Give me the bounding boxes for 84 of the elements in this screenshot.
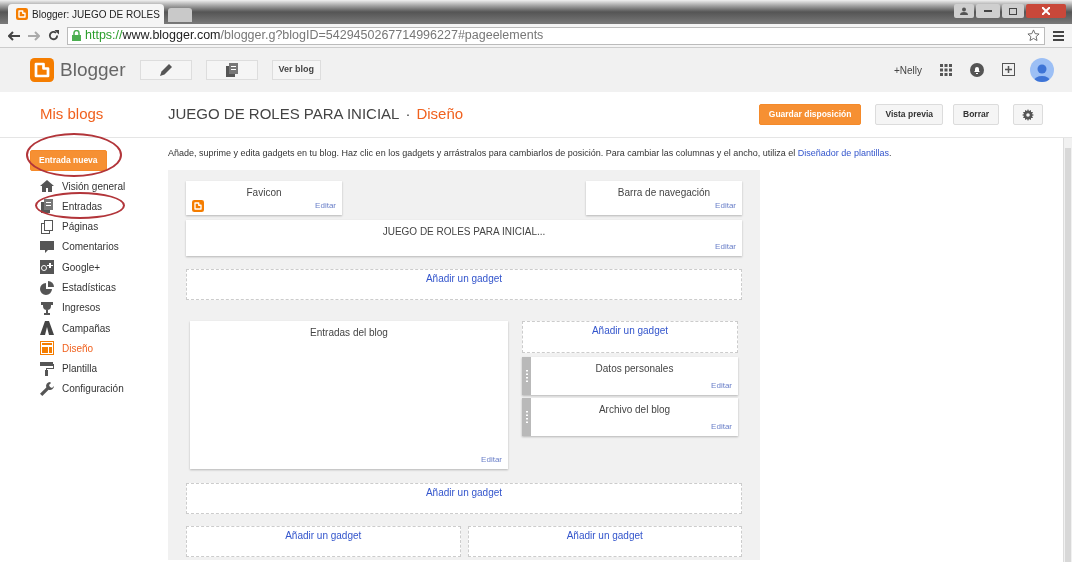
- gadget-card[interactable]: Datos personales Editar: [522, 356, 738, 395]
- add-gadget-link[interactable]: Añadir un gadget: [186, 525, 461, 557]
- gadget-card[interactable]: Favicon Editar: [186, 180, 342, 215]
- logo-text: Blogger: [60, 57, 126, 82]
- gadget-title: Favicon: [245, 185, 283, 200]
- sidebar-item[interactable]: Campañas: [40, 317, 168, 339]
- wrench-icon: [40, 382, 54, 396]
- paint-roller-icon: [40, 361, 54, 376]
- share-plus-icon[interactable]: [1002, 63, 1016, 77]
- pages-icon: [40, 219, 54, 234]
- tent-icon: [40, 321, 54, 336]
- address-field[interactable]: https://www.blogger.com/blogger.g?blogID=5429450267714996227#pageelements: [67, 26, 1045, 45]
- gadget-title: JUEGO DE ROLES PARA INICIAL...: [381, 224, 547, 239]
- padlock-icon: [72, 30, 81, 41]
- settings-icon: [1022, 108, 1034, 121]
- separator-dot: ·: [405, 104, 411, 125]
- maximize-button[interactable]: [1002, 4, 1024, 18]
- scrollbar[interactable]: [1063, 138, 1072, 562]
- person-icon: [960, 7, 968, 15]
- close-button[interactable]: [1026, 4, 1066, 18]
- close-icon: [1042, 7, 1050, 15]
- sidebar-item[interactable]: Ingresos: [40, 297, 168, 318]
- gadget-card[interactable]: Archivo del blog Editar: [522, 397, 738, 436]
- google-plus-icon: [40, 260, 54, 275]
- gadget-title: Barra de navegación: [616, 185, 712, 200]
- blogger-logo-icon: [30, 58, 54, 82]
- minimize-button[interactable]: [976, 4, 1000, 18]
- gadget-card[interactable]: Entradas del blog Editar: [190, 320, 508, 469]
- speech-bubble-icon: [40, 239, 54, 254]
- clear-button[interactable]: Borrar: [953, 104, 999, 125]
- sidebar-item[interactable]: Estadísticas: [40, 277, 168, 298]
- edit-link[interactable]: Editar: [711, 379, 732, 392]
- profile-button[interactable]: [954, 4, 974, 18]
- star-icon[interactable]: [1027, 29, 1040, 42]
- url-text: https://www.blogger.com/blogger.g?blogID=5429450267714996227#pageelements: [85, 27, 544, 45]
- sidebar-item[interactable]: Configuración: [40, 378, 168, 400]
- section-title: Diseño: [416, 104, 464, 125]
- add-gadget-link[interactable]: Añadir un gadget: [467, 525, 742, 557]
- add-gadget-link[interactable]: Añadir un gadget: [186, 268, 742, 300]
- trophy-icon: [40, 300, 54, 315]
- browser-tab[interactable]: Blogger: JUEGO DE ROLES: [8, 4, 164, 24]
- edit-link[interactable]: Editar: [481, 453, 502, 466]
- apps-grid-icon[interactable]: [940, 64, 952, 76]
- sidebar-item[interactable]: Páginas: [40, 216, 168, 237]
- add-gadget-link[interactable]: Añadir un gadget: [522, 320, 738, 353]
- gadget-title: Archivo del blog: [597, 402, 672, 417]
- view-blog-button[interactable]: Ver blog: [271, 60, 321, 80]
- new-post-button[interactable]: [139, 60, 192, 80]
- add-gadget-link[interactable]: Añadir un gadget: [186, 482, 742, 514]
- drag-handle[interactable]: [522, 356, 531, 395]
- documents-icon: [40, 199, 54, 214]
- gadget-title: Entradas del blog: [309, 325, 389, 340]
- drag-handle[interactable]: [522, 397, 531, 436]
- pie-chart-icon: [40, 280, 54, 295]
- preview-button[interactable]: Vista previa: [875, 104, 943, 125]
- home-icon: [40, 179, 54, 193]
- user-name[interactable]: +Nelly: [893, 62, 922, 78]
- avatar[interactable]: [1030, 58, 1054, 82]
- gadget-title: Datos personales: [594, 361, 675, 376]
- edit-link[interactable]: Editar: [711, 420, 732, 433]
- pencil-icon: [159, 64, 172, 76]
- layout-icon: [40, 341, 54, 356]
- template-designer-link[interactable]: Diseñador de plantillas: [797, 148, 889, 158]
- edit-link[interactable]: Editar: [315, 199, 336, 212]
- blogger-logo-icon: [192, 199, 204, 212]
- gadget-card[interactable]: Barra de navegación Editar: [586, 180, 742, 215]
- settings-button[interactable]: [1013, 104, 1043, 125]
- gadget-card[interactable]: JUEGO DE ROLES PARA INICIAL... Editar: [186, 219, 742, 256]
- edit-link[interactable]: Editar: [715, 240, 736, 253]
- menu-icon[interactable]: [1053, 30, 1064, 41]
- posts-button[interactable]: [205, 60, 258, 80]
- sidebar-item[interactable]: Entradas: [40, 196, 168, 217]
- sidebar-item[interactable]: Comentarios: [40, 236, 168, 258]
- back-arrow-icon[interactable]: [8, 30, 20, 41]
- sidebar-item[interactable]: Visión general: [40, 175, 168, 197]
- edit-link[interactable]: Editar: [715, 199, 736, 212]
- reload-icon[interactable]: [48, 30, 59, 41]
- blogger-logo-icon: [16, 8, 28, 20]
- sidebar-item[interactable]: Plantilla: [40, 358, 168, 379]
- sidebar-item[interactable]: Google+: [40, 257, 168, 278]
- documents-icon: [224, 63, 239, 77]
- blog-title: JUEGO DE ROLES PARA INICIAL: [168, 104, 400, 125]
- notification-bell-icon[interactable]: [970, 63, 984, 77]
- instructions-text: Añade, suprime y edita gadgets en tu blog. Haz clic en los gadgets y arrástralos para cambiarlos de posición. Para cambiar las columnas y el ancho, utiliza el Diseñador de plantillas.: [168, 147, 893, 160]
